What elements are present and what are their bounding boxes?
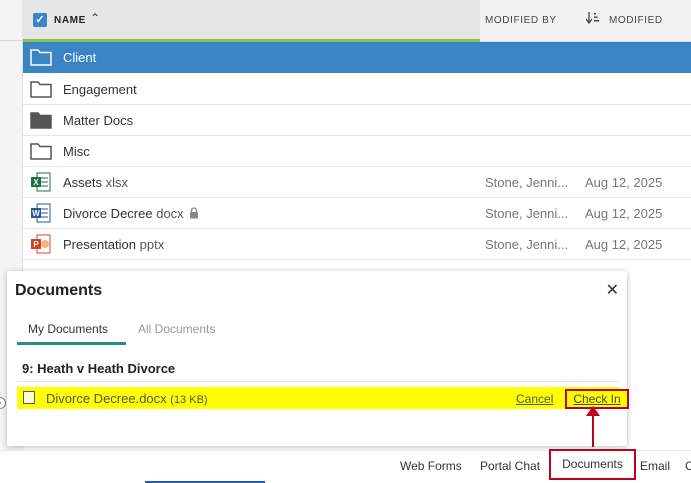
grid-row-client[interactable]: Client	[23, 42, 691, 73]
footer-bar: Web Forms Portal Chat Documents Email C	[0, 449, 691, 483]
documents-button[interactable]: Documents	[549, 449, 636, 480]
portal-chat-button[interactable]: Portal Chat	[480, 459, 540, 473]
name-header-label: NAME	[54, 15, 86, 26]
powerpoint-file-icon: P	[30, 234, 52, 254]
document-name[interactable]: Divorce Decree.docx (13 KB)	[46, 391, 208, 406]
active-tab-indicator	[17, 342, 126, 345]
panel-title: Documents	[15, 282, 103, 299]
grid-row-divorce-decree[interactable]: W Divorce Decree docx Stone, Jenni... Au…	[23, 198, 691, 229]
name-column-header[interactable]: ✓ NAME ⌃	[23, 0, 480, 42]
row-modified-by: Stone, Jenni...	[485, 175, 569, 190]
row-name: Presentation pptx	[63, 237, 165, 252]
folder-outline-icon	[30, 79, 52, 99]
web-forms-button[interactable]: Web Forms	[400, 459, 462, 473]
document-size: (13 KB)	[170, 394, 208, 406]
cancel-link[interactable]: Cancel	[516, 392, 553, 406]
tab-all-documents[interactable]: All Documents	[138, 322, 215, 336]
excel-file-icon: X	[30, 172, 52, 192]
row-modified-by: Stone, Jenni...	[485, 206, 569, 221]
divider	[17, 381, 619, 382]
annotation-arrow-shaft	[592, 414, 594, 447]
modified-header[interactable]: MODIFIED	[609, 15, 663, 26]
sort-ascending-icon[interactable]: ⌃	[90, 11, 100, 25]
row-name: Engagement	[63, 82, 137, 97]
row-modified-date: Aug 12, 2025	[585, 206, 663, 221]
matter-heading: 9: Heath v Heath Divorce	[22, 361, 176, 376]
row-modified-date: Aug 12, 2025	[585, 237, 663, 252]
svg-text:W: W	[32, 209, 40, 218]
checked-out-document-row[interactable]: Divorce Decree.docx (13 KB) Cancel Check…	[17, 387, 629, 409]
row-modified-date: Aug 12, 2025	[585, 175, 663, 190]
grid-row-misc[interactable]: Misc	[23, 136, 691, 167]
grid-header: ✓ NAME ⌃ MODIFIED BY MODIFIED	[23, 0, 691, 42]
row-name: Misc	[63, 144, 90, 159]
folder-outline-icon	[30, 47, 52, 67]
row-name: Assets xlsx	[63, 175, 129, 190]
tab-my-documents[interactable]: My Documents	[28, 322, 108, 336]
folder-filled-icon	[30, 110, 52, 130]
email-button[interactable]: Email	[640, 459, 670, 473]
document-grid: ✓ NAME ⌃ MODIFIED BY MODIFIED Client Eng…	[23, 0, 691, 270]
grid-row-matter-docs[interactable]: Matter Docs	[23, 105, 691, 136]
documents-panel: Documents ✕ My Documents All Documents 9…	[7, 271, 629, 446]
row-name: Matter Docs	[63, 113, 134, 128]
overflow-button[interactable]: C	[685, 459, 691, 473]
row-name: Divorce Decree docx	[63, 206, 199, 222]
row-modified-by: Stone, Jenni...	[485, 237, 569, 252]
document-icon	[23, 391, 35, 404]
svg-text:X: X	[33, 178, 39, 187]
word-file-icon: W	[30, 203, 52, 223]
svg-text:P: P	[33, 240, 39, 249]
grid-row-presentation[interactable]: P Presentation pptx Stone, Jenni... Aug …	[23, 229, 691, 260]
row-name: Client	[63, 50, 97, 65]
modified-by-header[interactable]: MODIFIED BY	[485, 15, 557, 26]
folder-outline-icon	[30, 141, 52, 161]
select-all-checkbox[interactable]: ✓	[33, 13, 47, 27]
gutter-divider	[0, 40, 23, 41]
lock-icon	[189, 207, 199, 222]
close-icon[interactable]: ✕	[606, 280, 619, 300]
sort-descending-icon[interactable]	[585, 12, 600, 27]
grid-row-assets[interactable]: X Assets xlsx Stone, Jenni... Aug 12, 20…	[23, 167, 691, 198]
grid-row-engagement[interactable]: Engagement	[23, 74, 691, 105]
